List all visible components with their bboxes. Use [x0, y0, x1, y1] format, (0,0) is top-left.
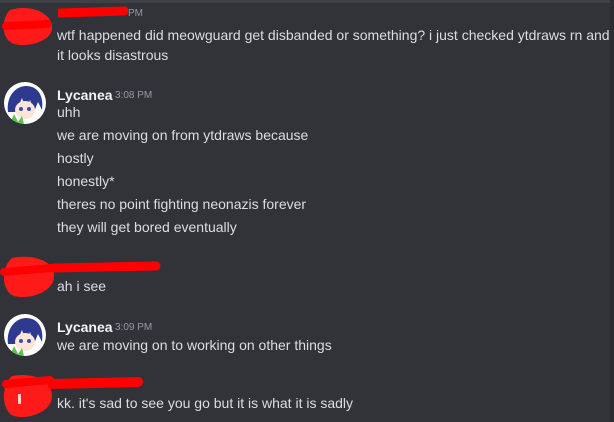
- message-line: uhh: [57, 104, 81, 120]
- message-timestamp: PM: [128, 8, 143, 19]
- message-line: hostly: [57, 150, 94, 166]
- anime-avatar-icon: [4, 314, 46, 356]
- message-line: theres no point fighting neonazis foreve…: [57, 196, 307, 212]
- redacted-username-scribble: [58, 6, 128, 18]
- message-3: ah i see: [0, 250, 614, 300]
- message-timestamp: 3:09 PM: [115, 322, 153, 333]
- message-line: it looks disastrous: [57, 47, 169, 63]
- message-line: honestly*: [57, 173, 115, 189]
- avatar[interactable]: [4, 314, 46, 356]
- message-5: kk. it's sad to see you go but it is wha…: [0, 368, 614, 422]
- message-line: ah i see: [57, 278, 107, 294]
- message-1: PM wtf happened did meowguard get disban…: [0, 0, 614, 70]
- message-timestamp: 3:08 PM: [115, 90, 153, 101]
- redacted-username-scribble: [50, 261, 161, 273]
- message-2: Lycanea 3:08 PM uhh we are moving on fro…: [0, 82, 614, 242]
- message-line: we are moving on to working on other thi…: [57, 337, 332, 353]
- redacted-username-scribble: [48, 377, 143, 389]
- username[interactable]: Lycanea: [57, 319, 113, 335]
- message-line: they will get bored eventually: [57, 219, 237, 235]
- redacted-avatar-scribble: [2, 7, 53, 46]
- message-4: Lycanea 3:09 PM we are moving on to work…: [0, 314, 614, 358]
- avatar[interactable]: [4, 82, 46, 124]
- scrollbar-track[interactable]: [610, 0, 614, 422]
- message-line: we are moving on from ytdraws because: [57, 127, 309, 143]
- message-line: kk. it's sad to see you go but it is wha…: [57, 395, 354, 411]
- anime-avatar-icon: [4, 82, 46, 124]
